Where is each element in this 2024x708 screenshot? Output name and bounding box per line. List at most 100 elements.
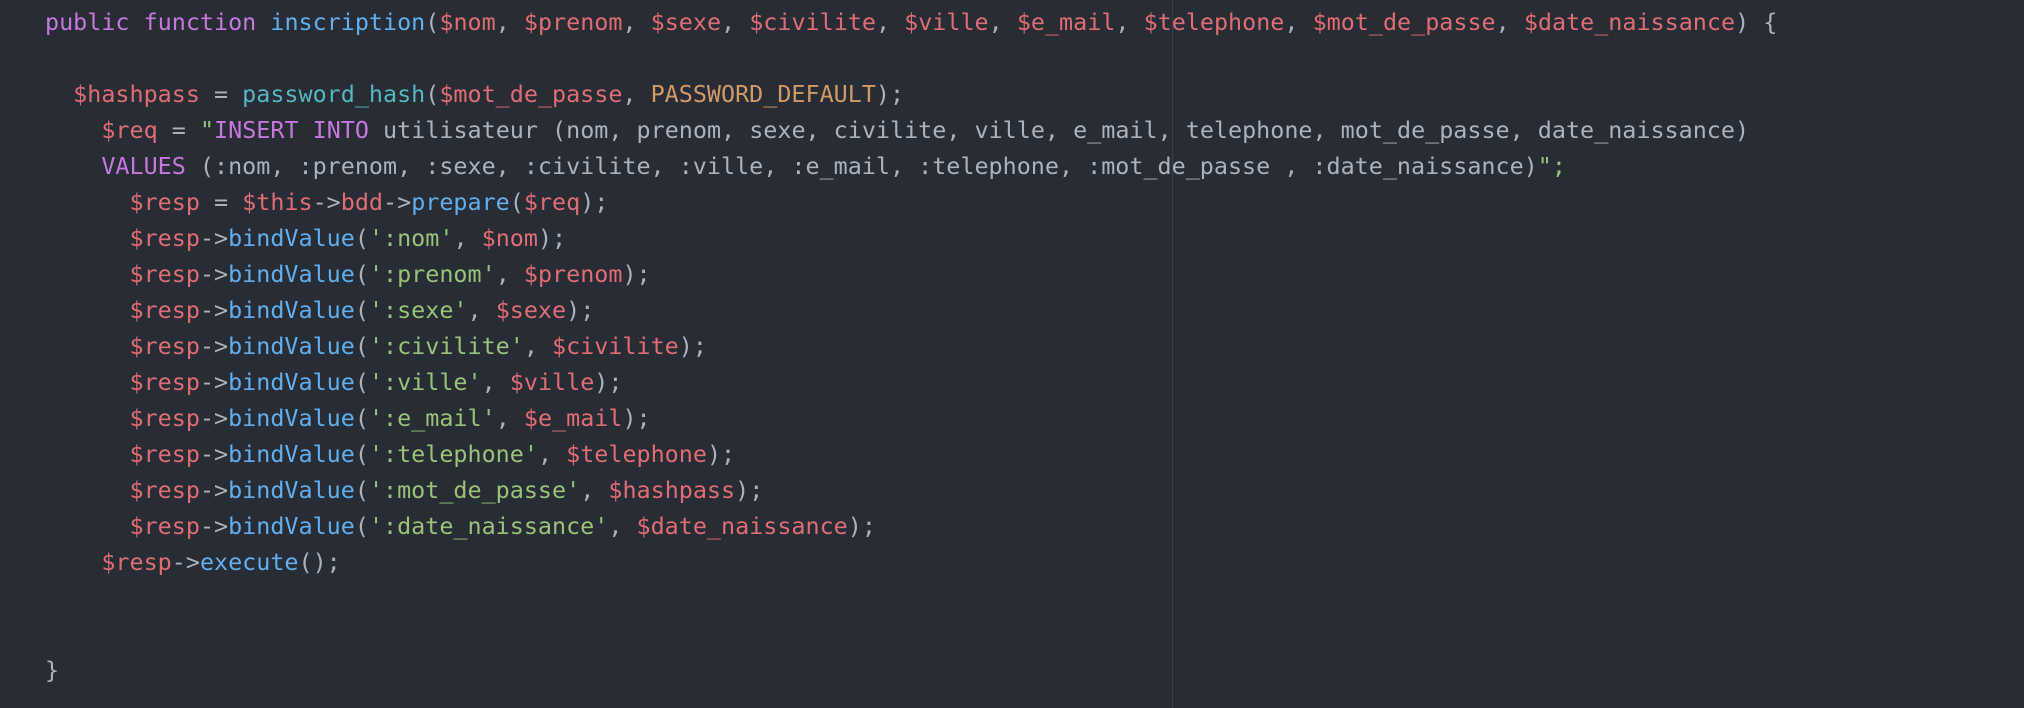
code-token: , — [1115, 8, 1144, 36]
code-token: $resp — [101, 548, 172, 576]
code-token: prepare — [411, 188, 510, 216]
code-line[interactable]: $hashpass = password_hash($mot_de_passe,… — [45, 76, 904, 112]
code-token: PASSWORD_DEFAULT — [650, 80, 876, 108]
code-token: (:nom, :prenom, :sexe, :civilite, :ville… — [185, 152, 1538, 180]
code-token: $resp — [129, 440, 200, 468]
code-token: ); — [678, 332, 707, 360]
code-token: ( — [354, 368, 369, 396]
code-token: ( — [354, 476, 369, 504]
code-token: , — [622, 8, 651, 36]
code-token: ':telephone' — [368, 440, 538, 468]
code-token: $hashpass — [608, 476, 736, 504]
code-token: function — [143, 8, 257, 36]
code-token: $req — [101, 116, 158, 144]
code-token: ); — [706, 440, 736, 468]
code-line[interactable]: $resp->bindValue(':civilite', $civilite)… — [45, 328, 707, 364]
code-token: ); — [594, 368, 623, 396]
code-token: bindValue — [228, 260, 355, 288]
code-token: (); — [298, 548, 341, 576]
code-line[interactable]: $resp->bindValue(':telephone', $telephon… — [45, 436, 736, 472]
code-token: $e_mail — [523, 404, 623, 432]
code-editor[interactable]: public function inscription($nom, $preno… — [0, 0, 2024, 708]
code-token: ':nom' — [368, 224, 454, 252]
code-line[interactable]: VALUES (:nom, :prenom, :sexe, :civilite,… — [45, 148, 1566, 184]
code-token: , — [537, 440, 567, 468]
code-token: ':date_naissance' — [368, 512, 609, 540]
code-line[interactable]: $req = "INSERT INTO utilisateur (nom, pr… — [45, 112, 1749, 148]
code-token: ); — [847, 512, 876, 540]
code-token: , — [622, 80, 651, 108]
code-token: ); — [735, 476, 764, 504]
code-line[interactable]: $resp = $this->bdd->prepare($req); — [45, 184, 609, 220]
code-line[interactable]: $resp->execute(); — [45, 544, 341, 580]
code-token: -> — [199, 404, 229, 432]
code-token: ( — [354, 440, 369, 468]
code-token: $nom — [439, 8, 496, 36]
code-token: VALUES — [101, 152, 186, 180]
code-token: ( — [354, 296, 369, 324]
code-token: , — [523, 332, 553, 360]
code-token: , — [495, 404, 524, 432]
code-token: } — [45, 656, 60, 684]
code-token: $telephone — [1143, 8, 1285, 36]
code-token: utilisateur (nom, prenom, sexe, civilite… — [368, 116, 1750, 144]
code-token: bdd — [340, 188, 384, 216]
code-line[interactable]: } — [45, 652, 59, 688]
code-token: , — [495, 8, 524, 36]
code-token: $civilite — [749, 8, 876, 36]
code-line[interactable]: $resp->bindValue(':nom', $nom); — [45, 220, 567, 256]
code-token: $resp — [129, 188, 200, 216]
code-token: , — [608, 512, 637, 540]
code-token: -> — [199, 260, 229, 288]
code-line[interactable]: $resp->bindValue(':mot_de_passe', $hashp… — [45, 472, 764, 508]
code-token: ( — [354, 512, 369, 540]
code-token: $resp — [129, 476, 200, 504]
code-token: $nom — [481, 224, 538, 252]
code-line[interactable]: $resp->bindValue(':ville', $ville); — [45, 364, 623, 400]
code-token: -> — [199, 296, 229, 324]
code-line[interactable]: $resp->bindValue(':sexe', $sexe); — [45, 292, 595, 328]
code-token: ); — [566, 296, 595, 324]
code-token: -> — [383, 188, 412, 216]
code-token: $telephone — [566, 440, 707, 468]
code-token: -> — [199, 476, 229, 504]
code-token: " — [199, 116, 215, 144]
code-token: ); — [537, 224, 567, 252]
code-token: INSERT — [214, 116, 299, 144]
code-token: -> — [199, 512, 229, 540]
code-token: ); — [622, 404, 651, 432]
code-token: , — [1495, 8, 1524, 36]
code-line[interactable]: $resp->bindValue(':e_mail', $e_mail); — [45, 400, 651, 436]
code-token: = — [157, 116, 200, 144]
code-token: , — [988, 8, 1017, 36]
code-line[interactable]: $resp->bindValue(':date_naissance', $dat… — [45, 508, 876, 544]
code-token: , — [481, 368, 510, 396]
code-token: , — [721, 8, 750, 36]
code-token: -> — [199, 440, 229, 468]
code-token: $resp — [129, 368, 200, 396]
code-token: ':ville' — [368, 368, 482, 396]
code-token: $hashpass — [73, 80, 200, 108]
code-token: ( — [354, 332, 369, 360]
code-token: bindValue — [228, 368, 355, 396]
code-token: $ville — [509, 368, 595, 396]
code-token: $mot_de_passe — [1312, 8, 1496, 36]
code-token: , — [1284, 8, 1313, 36]
code-token: public — [45, 8, 130, 36]
code-token: ( — [354, 224, 369, 252]
code-token: ); — [622, 260, 651, 288]
code-token: $e_mail — [1016, 8, 1116, 36]
code-line[interactable]: $resp->bindValue(':prenom', $prenom); — [45, 256, 651, 292]
code-line[interactable]: public function inscription($nom, $preno… — [45, 4, 1777, 40]
code-token: $resp — [129, 260, 200, 288]
